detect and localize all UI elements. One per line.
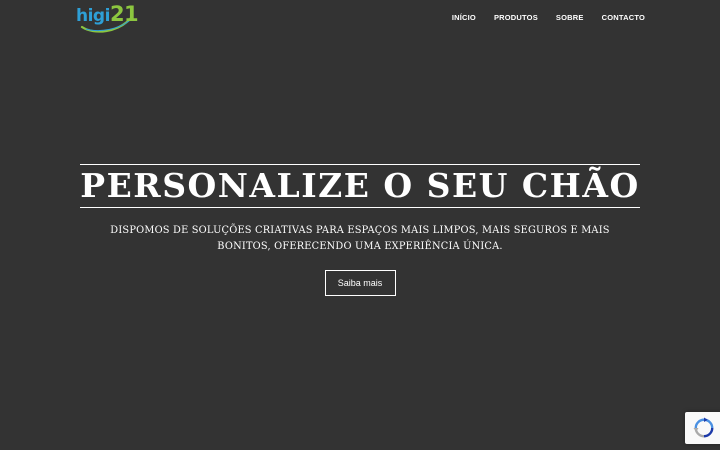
main-nav: INÍCIO PRODUTOS SOBRE CONTACTO [443, 12, 645, 24]
nav-item-inicio[interactable]: INÍCIO [443, 12, 485, 24]
saiba-mais-button[interactable]: Saiba mais [324, 270, 396, 296]
nav-item-sobre[interactable]: SOBRE [547, 12, 593, 24]
hero-title: PERSONALIZE O SEU CHÃO [80, 166, 640, 205]
hero-section: PERSONALIZE O SEU CHÃO DISPOMOS DE SOLUÇ… [0, 164, 720, 296]
page: higi21 INÍCIO PRODUTOS SOBRE CONTACTO PE… [0, 0, 720, 450]
recaptcha-badge[interactable] [685, 412, 720, 444]
recaptcha-icon [693, 417, 714, 438]
logo-text-number: 21 [109, 2, 139, 26]
nav-item-produtos[interactable]: PRODUTOS [485, 12, 547, 24]
hero-subtitle: DISPOMOS DE SOLUÇÕES CRIATIVAS PARA ESPA… [110, 225, 610, 252]
logo-text-higi: higi [76, 6, 110, 26]
nav-item-contacto[interactable]: CONTACTO [593, 12, 645, 24]
logo[interactable]: higi21 [76, 2, 139, 33]
logo-text: higi21 [76, 2, 139, 27]
hero-title-frame: PERSONALIZE O SEU CHÃO [80, 164, 640, 208]
